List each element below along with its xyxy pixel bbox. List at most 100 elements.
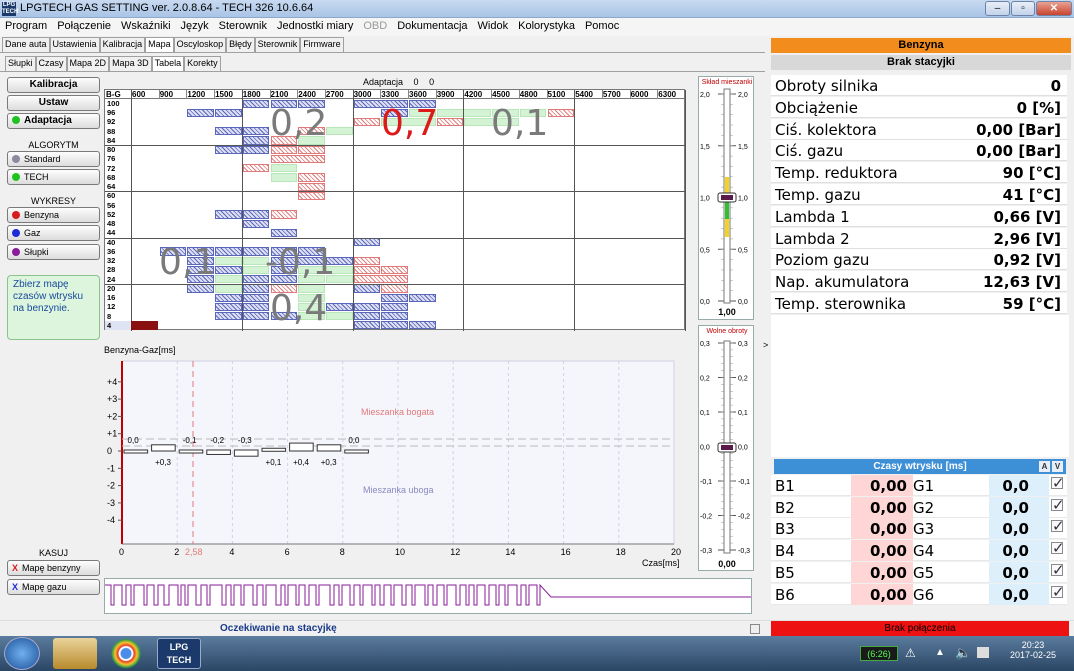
map-cell[interactable] <box>409 293 436 302</box>
map-cell[interactable] <box>409 321 436 330</box>
map-cell[interactable] <box>353 284 381 293</box>
map-cell[interactable] <box>270 154 325 164</box>
map-cell[interactable] <box>242 284 270 293</box>
map-cell[interactable] <box>353 265 381 275</box>
flag-icon[interactable] <box>977 647 989 658</box>
injector-checkbox[interactable]: ✓ <box>1051 519 1065 534</box>
injector-checkbox[interactable]: ✓ <box>1051 562 1065 577</box>
tab-oscyloskop[interactable]: Oscyloskop <box>173 37 227 52</box>
algorytm-standard-button[interactable]: Standard <box>7 151 100 167</box>
map-cell[interactable] <box>270 210 298 219</box>
map-cell[interactable] <box>270 228 298 238</box>
map-cell[interactable] <box>298 182 325 191</box>
map-cell[interactable] <box>298 191 325 201</box>
menu-kolorystyka[interactable]: Kolorystyka <box>513 18 580 32</box>
tab-sterownik[interactable]: Sterownik <box>254 37 301 52</box>
map-cell[interactable] <box>353 117 381 127</box>
map-cell[interactable] <box>215 284 242 293</box>
map-cell[interactable] <box>242 136 270 145</box>
map-cell[interactable] <box>215 247 242 256</box>
map-cell[interactable] <box>242 164 270 173</box>
tab-mapa-3d[interactable]: Mapa 3D <box>109 56 152 71</box>
battery-indicator[interactable]: (6:26) <box>860 646 898 661</box>
map-cell[interactable] <box>270 145 298 154</box>
map-cell[interactable] <box>353 312 381 321</box>
adaptacja-button[interactable]: Adaptacja <box>7 113 100 129</box>
close-button[interactable]: ✕ <box>1036 1 1072 16</box>
map-cell[interactable] <box>353 275 408 284</box>
maximize-button[interactable]: ▫ <box>1011 1 1035 16</box>
menu-polaczenie[interactable]: Połączenie <box>52 18 116 32</box>
collapse-arrow-icon[interactable]: > <box>763 340 768 350</box>
map-cell[interactable] <box>215 293 242 302</box>
tab-bledy[interactable]: Błędy <box>226 37 255 52</box>
map-cell[interactable] <box>325 312 353 321</box>
kasuj-benzyny-button[interactable]: X Mapę benzyny <box>7 560 100 576</box>
map-cell[interactable] <box>381 302 408 311</box>
warning-icon[interactable]: ⚠ <box>905 646 919 660</box>
ustaw-button[interactable]: Ustaw <box>7 95 100 111</box>
map-cell[interactable] <box>325 127 353 136</box>
map-cell[interactable] <box>298 145 325 154</box>
map-cell[interactable] <box>381 284 408 293</box>
map-cell[interactable] <box>215 312 242 321</box>
map-cell[interactable] <box>353 321 381 330</box>
minimize-button[interactable]: – <box>985 1 1010 16</box>
tab-dane-auta[interactable]: Dane auta <box>2 37 50 52</box>
map-cell[interactable] <box>215 265 242 275</box>
tab-mapa[interactable]: Mapa <box>145 37 174 52</box>
menu-program[interactable]: Program <box>0 18 52 32</box>
map-cell[interactable] <box>242 99 270 108</box>
menu-pomoc[interactable]: Pomoc <box>580 18 624 32</box>
tab-ustawienia[interactable]: Ustawienia <box>49 37 100 52</box>
map-cell[interactable] <box>242 312 270 321</box>
map-cell[interactable] <box>215 127 242 136</box>
injector-checkbox[interactable]: ✓ <box>1051 541 1065 556</box>
tab-firmware[interactable]: Firmware <box>300 37 344 52</box>
map-cell[interactable] <box>353 302 381 311</box>
menu-dokumentacja[interactable]: Dokumentacja <box>392 18 472 32</box>
collapse-icon[interactable]: V <box>1052 461 1063 472</box>
map-cell[interactable] <box>381 265 408 275</box>
map-cell[interactable] <box>215 108 242 117</box>
expand-icon[interactable]: A <box>1039 461 1050 472</box>
adaptation-map-table[interactable]: B-G 600 900 1200 1500 1800 2100 2400 2700 3000 33… <box>104 89 686 331</box>
menu-wskazniki[interactable]: Wskaźniki <box>116 18 176 32</box>
map-cell[interactable] <box>187 284 215 293</box>
injector-checkbox[interactable]: ✓ <box>1051 584 1065 599</box>
map-cell[interactable] <box>270 173 298 182</box>
tab-korekty[interactable]: Korekty <box>184 56 221 71</box>
tab-czasy[interactable]: Czasy <box>35 56 67 71</box>
tray-arrow-icon[interactable]: ▲ <box>935 647 945 658</box>
chrome-icon[interactable] <box>104 638 148 669</box>
map-cell[interactable] <box>547 108 575 117</box>
start-button-icon[interactable] <box>4 637 40 670</box>
menu-jezyk[interactable]: Język <box>176 18 214 32</box>
wykres-benzyna-button[interactable]: Benzyna <box>7 207 100 223</box>
wykres-gaz-button[interactable]: Gaz <box>7 225 100 241</box>
map-cell[interactable] <box>353 256 381 265</box>
map-cell[interactable] <box>242 145 270 154</box>
map-cell[interactable] <box>436 117 464 127</box>
injector-checkbox[interactable]: ✓ <box>1051 497 1065 512</box>
map-cell[interactable] <box>242 210 270 219</box>
map-cell[interactable] <box>215 145 242 154</box>
injector-checkbox[interactable]: ✓ <box>1051 476 1065 491</box>
menu-widok[interactable]: Widok <box>473 18 514 32</box>
map-cell[interactable] <box>242 127 270 136</box>
map-cell[interactable] <box>325 302 353 311</box>
clock[interactable]: 20:23 2017-02-25 <box>1010 640 1056 660</box>
algorytm-tech-button[interactable]: TECH <box>7 169 100 185</box>
volume-icon[interactable]: 🔈 <box>955 645 971 661</box>
wykres-slupki-button[interactable]: Słupki <box>7 244 100 260</box>
map-cell[interactable] <box>187 108 215 117</box>
tab-kalibracja[interactable]: Kalibracja <box>99 37 146 52</box>
map-cell[interactable] <box>215 302 242 311</box>
menu-sterownik[interactable]: Sterownik <box>214 18 272 32</box>
map-cell[interactable] <box>381 312 408 321</box>
map-cell[interactable] <box>381 293 408 302</box>
map-cell[interactable] <box>270 164 298 173</box>
kalibracja-button[interactable]: Kalibracja <box>7 77 100 93</box>
tab-slupki[interactable]: Słupki <box>5 56 36 71</box>
difference-graph[interactable]: Mieszanka bogata Mieszanka uboga +4 +3 +2 +… <box>104 345 685 572</box>
